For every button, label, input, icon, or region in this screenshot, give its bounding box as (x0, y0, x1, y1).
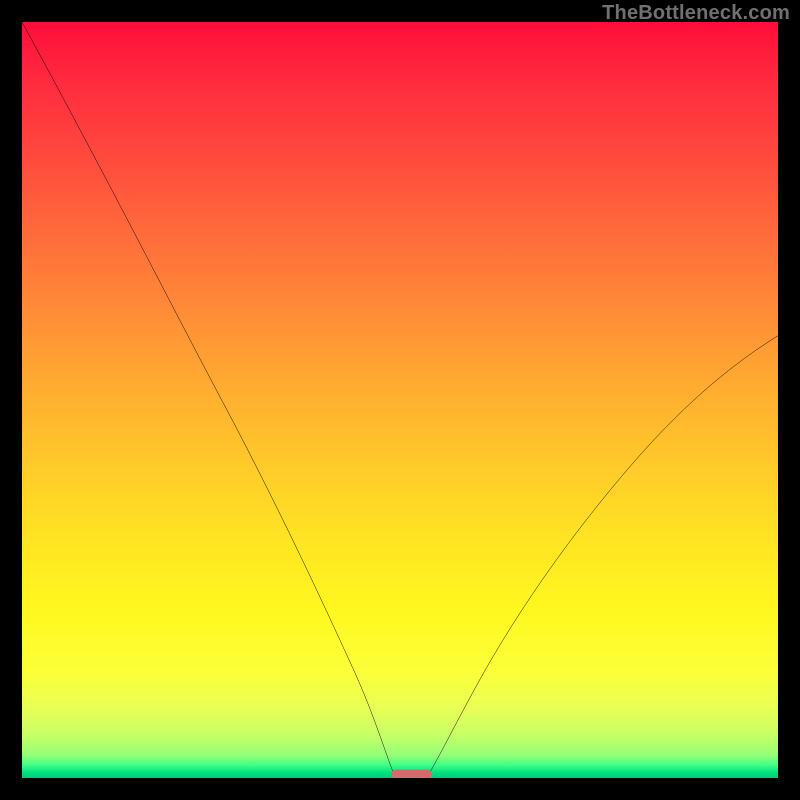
plot-area (22, 22, 778, 778)
chart-frame: TheBottleneck.com (0, 0, 800, 800)
severity-gradient-background (22, 22, 778, 778)
watermark-text: TheBottleneck.com (602, 2, 790, 25)
